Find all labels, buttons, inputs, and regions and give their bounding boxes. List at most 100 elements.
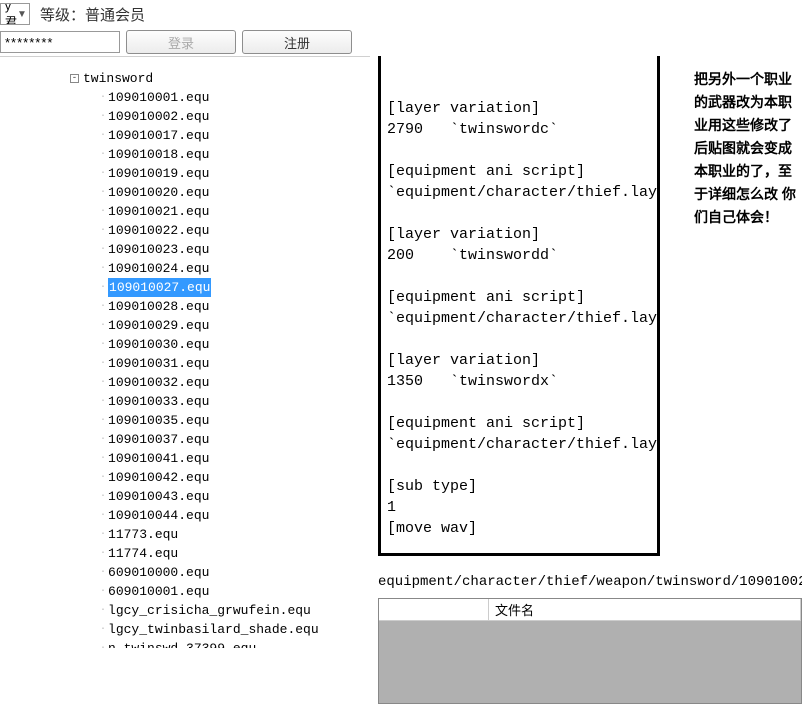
folder-label: twinsword bbox=[83, 69, 153, 88]
tree-file-label: 609010001.equ bbox=[108, 582, 209, 601]
tree-file[interactable]: ·109010020.equ bbox=[0, 183, 370, 202]
tree-file-label: 109010035.equ bbox=[108, 411, 209, 430]
tree-branch-icon: · bbox=[100, 639, 106, 648]
tree-file[interactable]: ·109010022.equ bbox=[0, 221, 370, 240]
tree-file[interactable]: ·109010024.equ bbox=[0, 259, 370, 278]
tree-file[interactable]: ·609010000.equ bbox=[0, 563, 370, 582]
tree-file-label: 109010043.equ bbox=[108, 487, 209, 506]
tree-file[interactable]: ·109010033.equ bbox=[0, 392, 370, 411]
tree-file[interactable]: ·609010001.equ bbox=[0, 582, 370, 601]
tree-file[interactable]: ·109010019.equ bbox=[0, 164, 370, 183]
tree-branch-icon: · bbox=[100, 164, 106, 183]
tree-branch-icon: · bbox=[100, 525, 106, 544]
file-table-col-filename[interactable]: 文件名 bbox=[489, 599, 801, 620]
tree-file-label: 109010032.equ bbox=[108, 373, 209, 392]
tree-file[interactable]: ·109010017.equ bbox=[0, 126, 370, 145]
tree-file-label: 109010029.equ bbox=[108, 316, 209, 335]
file-table-body bbox=[379, 621, 801, 703]
tree-file-label: lgcy_crisicha_grwufein.equ bbox=[108, 601, 311, 620]
tree-branch-icon: · bbox=[100, 411, 106, 430]
code-line: `equipment/character/thief.lay` bbox=[387, 308, 651, 329]
tree-branch-icon: · bbox=[100, 240, 106, 259]
tree-file-label: 109010044.equ bbox=[108, 506, 209, 525]
code-line: [layer variation] bbox=[387, 98, 651, 119]
tree-file[interactable]: ·109010028.equ bbox=[0, 297, 370, 316]
tree-file-label: 109010023.equ bbox=[108, 240, 209, 259]
tree-file[interactable]: ·109010043.equ bbox=[0, 487, 370, 506]
tree-branch-icon: · bbox=[100, 221, 106, 240]
tree-file-label: 109010037.equ bbox=[108, 430, 209, 449]
tree-file[interactable]: ·109010032.equ bbox=[0, 373, 370, 392]
tree-file-label: 109010031.equ bbox=[108, 354, 209, 373]
password-field[interactable]: ******** bbox=[0, 31, 120, 53]
register-button[interactable]: 注册 bbox=[242, 30, 352, 54]
file-table-col-1[interactable] bbox=[379, 599, 489, 620]
tree-branch-icon: · bbox=[100, 278, 106, 297]
file-table-header: 文件名 bbox=[379, 599, 801, 621]
tree-file-label: 109010028.equ bbox=[108, 297, 209, 316]
code-line bbox=[387, 329, 651, 350]
tree-file[interactable]: ·109010023.equ bbox=[0, 240, 370, 259]
code-viewer: [layer variation]2790 `twinswordc` [equi… bbox=[378, 56, 660, 556]
tree-branch-icon: · bbox=[100, 487, 106, 506]
tree-file[interactable]: ·11774.equ bbox=[0, 544, 370, 563]
tree-file-label: 109010001.equ bbox=[108, 88, 209, 107]
tree-branch-icon: · bbox=[100, 107, 106, 126]
tree-file-label: 109010017.equ bbox=[108, 126, 209, 145]
user-combo-text: y君 bbox=[5, 3, 17, 25]
tree-file[interactable]: ·109010037.equ bbox=[0, 430, 370, 449]
user-combo[interactable]: y君 ▼ bbox=[0, 3, 30, 25]
tree-branch-icon: · bbox=[100, 335, 106, 354]
tree-folder[interactable]: - twinsword bbox=[0, 69, 370, 88]
tree-file[interactable]: ·109010041.equ bbox=[0, 449, 370, 468]
tree-file-label: 609010000.equ bbox=[108, 563, 209, 582]
tree-file[interactable]: ·109010002.equ bbox=[0, 107, 370, 126]
code-line: `equipment/character/thief.lay` bbox=[387, 434, 651, 455]
tree-branch-icon: · bbox=[100, 183, 106, 202]
path-display: equipment/character/thief/weapon/twinswo… bbox=[378, 574, 802, 590]
tree-file-label: 109010030.equ bbox=[108, 335, 209, 354]
login-button[interactable]: 登录 bbox=[126, 30, 236, 54]
tree-branch-icon: · bbox=[100, 354, 106, 373]
code-line: [equipment ani script] bbox=[387, 413, 651, 434]
tree-file-label: 109010021.equ bbox=[108, 202, 209, 221]
code-line: [equipment ani script] bbox=[387, 287, 651, 308]
tree-file[interactable]: ·lgcy_twinbasilard_shade.equ bbox=[0, 620, 370, 639]
tree-file-label: 109010041.equ bbox=[108, 449, 209, 468]
tree-file[interactable]: ·109010018.equ bbox=[0, 145, 370, 164]
code-line: 1350 `twinswordx` bbox=[387, 371, 651, 392]
tree-file[interactable]: ·109010001.equ bbox=[0, 88, 370, 107]
file-table[interactable]: 文件名 bbox=[378, 598, 802, 704]
tree-file[interactable]: ·109010021.equ bbox=[0, 202, 370, 221]
tree-file-label: 11773.equ bbox=[108, 525, 178, 544]
tree-branch-icon: · bbox=[100, 449, 106, 468]
tree-branch-icon: · bbox=[100, 582, 106, 601]
tree-file-label: 109010018.equ bbox=[108, 145, 209, 164]
tree-file-label: lgcy_twinbasilard_shade.equ bbox=[108, 620, 319, 639]
tree-branch-icon: · bbox=[100, 297, 106, 316]
tree-file[interactable]: ·109010030.equ bbox=[0, 335, 370, 354]
code-line: [equipment ani script] bbox=[387, 161, 651, 182]
password-mask: ******** bbox=[5, 35, 53, 50]
tree-branch-icon: · bbox=[100, 259, 106, 278]
code-line: 1 bbox=[387, 497, 651, 518]
code-line bbox=[387, 455, 651, 476]
tree-branch-icon: · bbox=[100, 316, 106, 335]
code-line bbox=[387, 140, 651, 161]
code-line: [layer variation] bbox=[387, 224, 651, 245]
tree-file[interactable]: ·109010031.equ bbox=[0, 354, 370, 373]
code-line: 2790 `twinswordc` bbox=[387, 119, 651, 140]
tree-branch-icon: · bbox=[100, 373, 106, 392]
collapse-icon[interactable]: - bbox=[70, 74, 79, 83]
tree-branch-icon: · bbox=[100, 430, 106, 449]
tree-file[interactable]: ·11773.equ bbox=[0, 525, 370, 544]
tree-file[interactable]: ·109010042.equ bbox=[0, 468, 370, 487]
tree-file[interactable]: ·lgcy_crisicha_grwufein.equ bbox=[0, 601, 370, 620]
chevron-down-icon: ▼ bbox=[17, 9, 27, 20]
tree-file[interactable]: ·109010044.equ bbox=[0, 506, 370, 525]
tree-file[interactable]: ·n_twinswd_37399.equ bbox=[0, 639, 370, 648]
tree-file[interactable]: ·109010027.equ bbox=[0, 278, 370, 297]
file-tree[interactable]: - twinsword ·109010001.equ·109010002.equ… bbox=[0, 56, 370, 648]
tree-file[interactable]: ·109010035.equ bbox=[0, 411, 370, 430]
tree-file[interactable]: ·109010029.equ bbox=[0, 316, 370, 335]
